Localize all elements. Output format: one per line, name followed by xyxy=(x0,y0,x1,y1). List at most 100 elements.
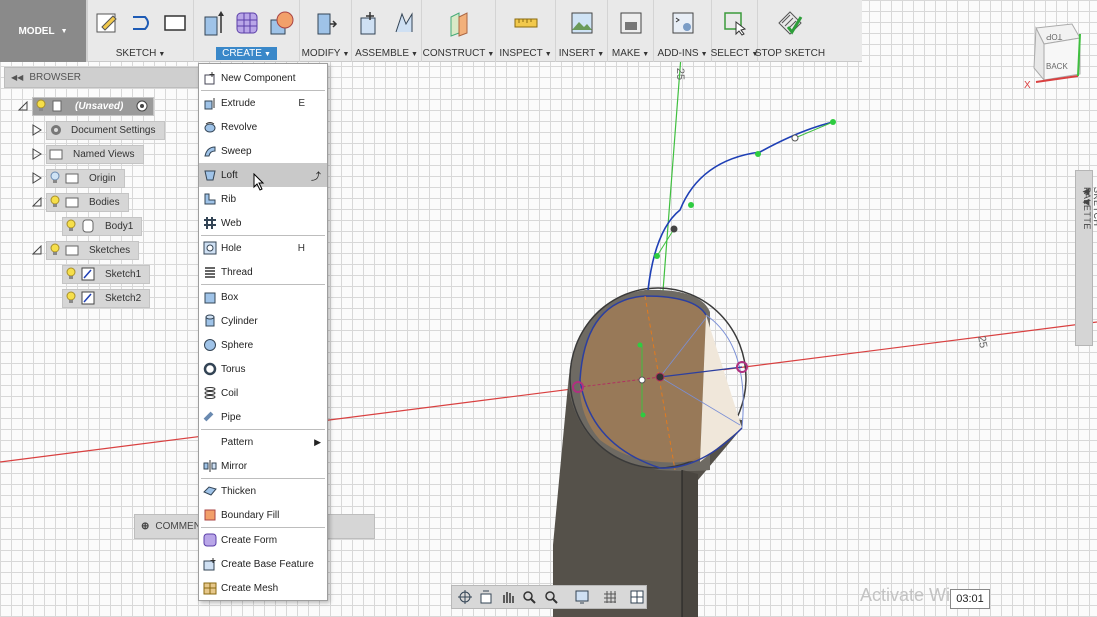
menu-item-sweep[interactable]: Sweep xyxy=(199,139,327,163)
joint-icon[interactable] xyxy=(390,8,418,38)
modify-group[interactable]: MODIFY ▼ xyxy=(300,0,352,62)
menu-item-thread[interactable]: Thread xyxy=(199,260,327,284)
press-pull-icon[interactable] xyxy=(312,8,340,38)
menu-item-create-form[interactable]: Create Form xyxy=(199,528,327,552)
create-group[interactable]: CREATE ▼ xyxy=(194,0,300,62)
make-group[interactable]: MAKE ▼ xyxy=(608,0,654,62)
construct-group[interactable]: CONSTRUCT ▼ xyxy=(422,0,496,62)
folder-icon xyxy=(65,245,79,256)
browser-item-bodies[interactable]: Bodies xyxy=(32,192,129,212)
look-at-icon[interactable] xyxy=(478,588,496,606)
menu-item-revolve[interactable]: Revolve xyxy=(199,115,327,139)
scripts-icon[interactable] xyxy=(669,8,697,38)
menu-item-create-base-feature[interactable]: Create Base Feature xyxy=(199,552,327,576)
viewcube-back-label[interactable]: BACK xyxy=(1046,62,1068,71)
browser-item-origin[interactable]: Origin xyxy=(32,168,125,188)
activate-radio-icon[interactable] xyxy=(135,99,149,113)
sketch-group[interactable]: SKETCH ▼ xyxy=(88,0,194,62)
menu-item-new-component[interactable]: New Component xyxy=(199,66,327,90)
body1-label: Body1 xyxy=(105,220,134,232)
workspace-switcher[interactable]: MODEL ▼ xyxy=(0,0,88,62)
menu-item-create-mesh[interactable]: Create Mesh xyxy=(199,576,327,600)
display-settings-icon[interactable] xyxy=(574,588,592,606)
browser-item-document-settings[interactable]: Document Settings xyxy=(32,120,165,140)
new-component-icon[interactable] xyxy=(356,8,384,38)
menu-item-hole[interactable]: Hole H xyxy=(199,236,327,260)
revolve-icon xyxy=(203,120,217,134)
collapse-icon[interactable]: ◀◀ xyxy=(11,73,23,82)
lightbulb-icon[interactable] xyxy=(65,267,77,281)
inspect-group[interactable]: INSPECT ▼ xyxy=(496,0,556,62)
browser-item-named-views[interactable]: Named Views xyxy=(32,144,144,164)
sphere-icon xyxy=(203,338,217,352)
insert-image-icon[interactable] xyxy=(568,8,596,38)
extrude-icon[interactable] xyxy=(199,8,227,38)
form-icon[interactable] xyxy=(233,8,261,38)
cylinder-body xyxy=(553,287,747,617)
assemble-group-label: ASSEMBLE xyxy=(355,48,409,59)
menu-item-thicken[interactable]: Thicken xyxy=(199,479,327,503)
fit-zoom-icon[interactable] xyxy=(542,588,560,606)
create-sketch-icon[interactable] xyxy=(93,8,121,38)
orbit-icon[interactable] xyxy=(456,588,474,606)
browser-item-sketch2[interactable]: Sketch2 xyxy=(62,288,151,308)
bodies-label: Bodies xyxy=(89,196,120,208)
menu-item-web[interactable]: Web xyxy=(199,211,327,235)
browser-item-sketch1[interactable]: Sketch1 xyxy=(62,264,151,284)
menu-item-sphere[interactable]: Sphere xyxy=(199,333,327,357)
expand-triangle-icon[interactable] xyxy=(32,172,42,184)
expand-triangle-icon[interactable] xyxy=(32,124,42,136)
expand-triangle-icon[interactable] xyxy=(18,100,28,112)
menu-item-rib[interactable]: Rib xyxy=(199,187,327,211)
stop-sketch-group[interactable]: STOP SKETCH xyxy=(755,0,825,62)
hole-icon xyxy=(203,241,217,255)
menu-item-pipe[interactable]: Pipe xyxy=(199,405,327,429)
insert-group[interactable]: INSERT ▼ xyxy=(556,0,608,62)
lightbulb-icon[interactable] xyxy=(65,291,77,305)
menu-item-box[interactable]: Box xyxy=(199,285,327,309)
menu-item-torus[interactable]: Torus xyxy=(199,357,327,381)
menu-item-loft[interactable]: Loft ⤴ xyxy=(199,163,327,191)
browser-root[interactable]: (Unsaved) xyxy=(18,96,155,116)
box-icon xyxy=(203,290,217,304)
offset-plane-icon[interactable] xyxy=(445,8,473,38)
expand-triangle-icon[interactable] xyxy=(32,196,42,208)
gear-icon xyxy=(51,125,61,135)
grid-settings-icon[interactable] xyxy=(601,588,619,606)
pan-hand-icon[interactable] xyxy=(499,588,517,606)
menu-item-coil[interactable]: Coil xyxy=(199,381,327,405)
modify-group-label: MODIFY xyxy=(301,48,341,59)
zoom-icon[interactable] xyxy=(521,588,539,606)
lightbulb-icon[interactable] xyxy=(49,195,61,209)
pipe-icon xyxy=(203,410,217,424)
combine-icon[interactable] xyxy=(267,8,295,38)
expand-triangle-icon[interactable] xyxy=(32,244,42,256)
rectangle-icon[interactable] xyxy=(161,8,189,38)
create-dropdown-menu: New Component Extrude E Revolve Sweep Lof… xyxy=(198,63,328,601)
lightbulb-icon[interactable] xyxy=(49,171,61,185)
lightbulb-icon[interactable] xyxy=(49,243,61,257)
sketch-palette-tab[interactable]: ◀◀ SKETCH PALETTE xyxy=(1075,170,1097,346)
browser-item-body1[interactable]: Body1 xyxy=(62,216,143,236)
stop-sketch-icon[interactable] xyxy=(776,8,804,38)
expand-triangle-icon[interactable] xyxy=(32,148,42,160)
lightbulb-icon[interactable] xyxy=(35,99,47,113)
menu-item-extrude[interactable]: Extrude E xyxy=(199,91,327,115)
root-label: (Unsaved) xyxy=(75,100,124,112)
assemble-group[interactable]: ASSEMBLE ▼ xyxy=(352,0,422,62)
menu-item-mirror[interactable]: Mirror xyxy=(199,454,327,478)
select-cursor-icon[interactable] xyxy=(721,8,749,38)
web-icon xyxy=(203,216,217,230)
3d-print-icon[interactable] xyxy=(617,8,645,38)
menu-item-boundary-fill[interactable]: Boundary Fill xyxy=(199,503,327,527)
browser-item-sketches[interactable]: Sketches xyxy=(32,240,140,260)
line-icon[interactable] xyxy=(127,8,155,38)
addins-group[interactable]: ADD-INS ▼ xyxy=(654,0,712,62)
viewcube-top-label[interactable]: TOP xyxy=(1046,32,1062,41)
menu-item-cylinder[interactable]: Cylinder xyxy=(199,309,327,333)
viewports-icon[interactable] xyxy=(629,588,647,606)
add-comment-icon[interactable]: ⊕ xyxy=(141,521,149,532)
lightbulb-icon[interactable] xyxy=(65,219,77,233)
menu-item-pattern[interactable]: Pattern ▶ xyxy=(199,430,327,454)
measure-icon[interactable] xyxy=(512,8,540,38)
